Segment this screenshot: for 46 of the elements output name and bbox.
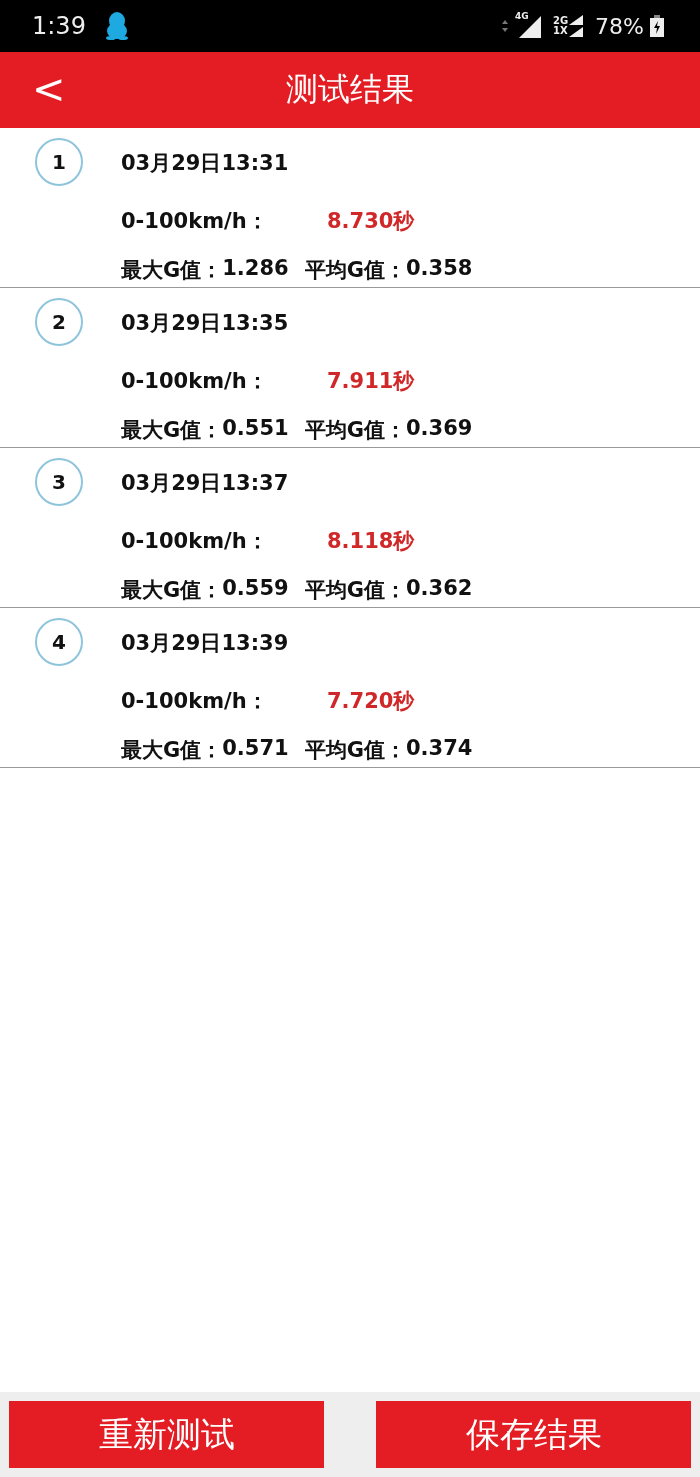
speed-range-label: 0-100km/h： (121, 688, 269, 715)
signal-icon (569, 15, 584, 25)
speed-range-label: 0-100km/h： (121, 368, 269, 395)
acceleration-time: 7.911秒 (327, 368, 415, 395)
avg-g-value: 0.369 (405, 416, 473, 442)
max-g-value: 0.559 (222, 576, 289, 602)
max-g-label: 最大G值： (121, 737, 223, 764)
result-number: 3 (35, 458, 83, 506)
avg-g-label: 平均G值： (304, 577, 406, 604)
avg-g-value: 0.358 (405, 256, 473, 282)
acceleration-time: 8.118秒 (327, 528, 415, 555)
max-g-value: 1.286 (222, 256, 289, 282)
avg-g-label: 平均G值： (304, 737, 406, 764)
acceleration-time: 8.730秒 (327, 208, 415, 235)
signal-icon (569, 27, 584, 37)
avg-g-value: 0.362 (405, 576, 473, 602)
result-number: 2 (35, 298, 83, 346)
max-g-label: 最大G值： (121, 257, 223, 284)
back-button[interactable]: < (24, 64, 74, 114)
clock-time: 1:39 (32, 12, 86, 40)
result-number: 1 (35, 138, 83, 186)
network-label: 2G (552, 16, 569, 26)
action-button[interactable]: 保存结果 (376, 1401, 691, 1468)
avg-g-value: 0.374 (405, 736, 473, 762)
max-g-label: 最大G值： (121, 417, 223, 444)
battery-percent: 78% (595, 13, 644, 39)
page-title: 测试结果 (286, 69, 414, 110)
max-g-label: 最大G值： (121, 577, 223, 604)
test-datetime: 03月29日13:35 (121, 310, 290, 337)
max-g-value: 0.551 (222, 416, 289, 442)
acceleration-time: 7.720秒 (327, 688, 415, 715)
speed-range-label: 0-100km/h： (121, 528, 269, 555)
test-datetime: 03月29日13:39 (121, 630, 290, 657)
test-datetime: 03月29日13:37 (121, 470, 290, 497)
network-label: 1X (552, 26, 569, 36)
battery-charging-icon (650, 15, 664, 37)
test-datetime: 03月29日13:31 (121, 150, 290, 177)
network-label: 4G (514, 11, 529, 21)
penguin-icon (105, 12, 128, 40)
max-g-value: 0.571 (222, 736, 289, 762)
avg-g-label: 平均G值： (304, 417, 406, 444)
speed-range-label: 0-100km/h： (121, 208, 269, 235)
avg-g-label: 平均G值： (304, 257, 406, 284)
action-button[interactable]: 重新测试 (9, 1401, 324, 1468)
result-number: 4 (35, 618, 83, 666)
data-arrows-icon (500, 19, 509, 33)
